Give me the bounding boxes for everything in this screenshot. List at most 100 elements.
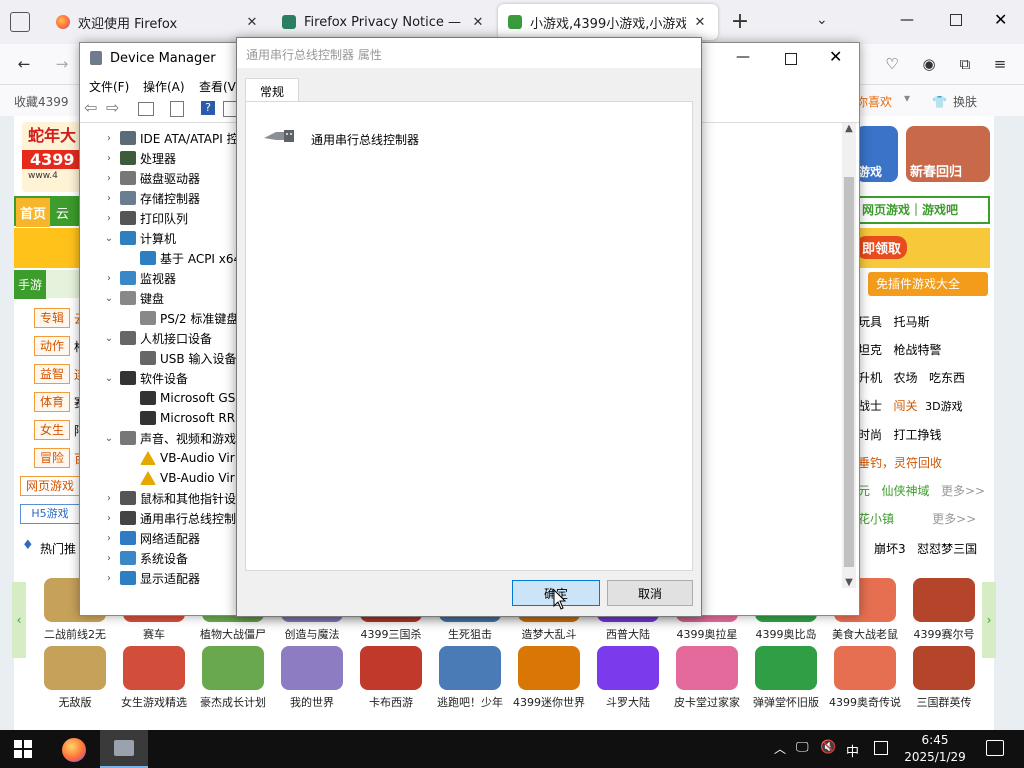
game-tile[interactable]: 三国群英传 (905, 646, 984, 712)
category-link[interactable]: 升机 (858, 371, 882, 385)
chevron-down-icon[interactable]: ⌄ (102, 233, 116, 244)
game-thumbnail[interactable] (281, 646, 343, 690)
category-link[interactable]: 枪战特警 (893, 343, 941, 357)
menu-action[interactable]: 操作(A) (143, 78, 185, 95)
category-link[interactable]: 时尚 (858, 428, 882, 442)
chevron-right-icon[interactable]: › (102, 133, 116, 144)
game-thumbnail[interactable] (123, 646, 185, 690)
game-thumbnail[interactable] (834, 646, 896, 690)
show-hidden-icons-chevron-icon[interactable]: ︿ (774, 740, 786, 757)
webgame-banner[interactable]: 网页游戏｜游戏吧 (856, 196, 990, 224)
browser-tab-2[interactable]: Firefox Privacy Notice — Moz ✕ (272, 4, 496, 40)
help-icon[interactable]: ? (201, 101, 215, 115)
game-thumb-top-1[interactable]: 游戏 (856, 126, 898, 182)
chevron-right-icon[interactable]: › (102, 493, 116, 504)
game-title[interactable]: 女生游戏精选 (114, 694, 194, 710)
cancel-button[interactable]: 取消 (607, 580, 693, 606)
game-title[interactable]: 卡布西游 (351, 694, 431, 710)
game-title[interactable]: 我的世界 (272, 694, 352, 710)
more-link[interactable]: 更多>> (932, 512, 976, 526)
category-link[interactable]: 花小镇 (858, 512, 894, 526)
category-link[interactable]: 闯关 (893, 399, 917, 413)
chevron-right-icon[interactable]: › (102, 533, 116, 544)
game-title[interactable]: 4399迷你世界 (509, 694, 589, 710)
chevron-right-icon[interactable]: › (102, 213, 116, 224)
scrollbar-thumb[interactable] (844, 177, 854, 567)
hot-game-link[interactable]: 怼怼梦三国 (917, 542, 977, 556)
game-tile[interactable]: 卡布西游 (352, 646, 431, 712)
device-tree-item[interactable]: › 磁盘驱动器 (102, 168, 242, 188)
game-thumbnail[interactable] (518, 646, 580, 690)
game-title[interactable]: 4399奥比岛 (746, 626, 826, 642)
site-logo[interactable]: 蛇年大 4399 www.4 (22, 122, 80, 192)
device-tree-item[interactable]: ⌄ 键盘 (102, 288, 242, 308)
device-tree-item[interactable]: › 打印队列 (102, 208, 242, 228)
tag-h5[interactable]: H5游戏 (20, 504, 80, 524)
bookmark-favorite[interactable]: 你喜欢 (856, 93, 892, 110)
game-title[interactable]: 二战前线2无 (35, 626, 115, 642)
device-tree-item[interactable]: Microsoft RR (102, 408, 242, 428)
forward-icon[interactable]: ⇨ (106, 98, 119, 117)
game-tile[interactable]: 4399迷你世界 (510, 646, 589, 712)
menu-view[interactable]: 查看(V) (199, 78, 241, 95)
device-tree-item[interactable]: › 通用串行总线控制 (102, 508, 242, 528)
ime-mode-grid-icon[interactable] (874, 741, 888, 755)
minimize-icon[interactable]: — (736, 49, 750, 65)
category-puzzle[interactable]: 益智 (34, 364, 70, 384)
scroll-down-arrow-icon[interactable]: ▼ (842, 577, 856, 588)
browser-tab-1[interactable]: 欢迎使用 Firefox ✕ (46, 4, 270, 40)
tab-overflow-chevron-icon[interactable]: ⌄ (816, 12, 828, 28)
game-tile[interactable]: 斗罗大陆 (589, 646, 668, 712)
start-windows-icon[interactable] (14, 740, 32, 758)
chevron-down-icon[interactable]: ⌄ (102, 333, 116, 344)
game-thumbnail[interactable] (202, 646, 264, 690)
taskbar-device-manager-button[interactable] (100, 730, 148, 768)
chevron-down-icon[interactable]: ⌄ (102, 433, 116, 444)
back-arrow-icon[interactable]: ← (12, 52, 36, 76)
category-link[interactable]: 打工挣钱 (893, 428, 941, 442)
category-action[interactable]: 动作 (34, 336, 70, 356)
category-sports[interactable]: 体育 (34, 392, 70, 412)
game-title[interactable]: 斗罗大陆 (588, 694, 668, 710)
chevron-right-icon[interactable]: › (102, 513, 116, 524)
close-tab-icon[interactable]: ✕ (692, 15, 708, 30)
category-link[interactable]: 垂钓，灵符回收 (858, 456, 942, 470)
game-carousel-left-arrow-icon[interactable]: ‹ (12, 582, 26, 658)
game-title[interactable]: 植物大战僵尸 (193, 626, 273, 642)
game-tile[interactable]: 无敌版 (36, 646, 115, 712)
bookmark-4399[interactable]: 收藏4399 (14, 93, 69, 110)
pocket-icon[interactable]: ♡ (880, 52, 904, 76)
game-thumbnail[interactable] (913, 646, 975, 690)
restore-browser-icon[interactable] (950, 14, 962, 26)
game-title[interactable]: 4399奥奇传说 (825, 694, 905, 710)
menu-file[interactable]: 文件(F) (89, 78, 129, 95)
device-tree-item[interactable]: ⌄ 软件设备 (102, 368, 242, 388)
device-tree-item[interactable]: ⌄ 人机接口设备 (102, 328, 242, 348)
category-link[interactable]: 战士 (858, 399, 882, 413)
game-title[interactable]: 三国群英传 (904, 694, 984, 710)
chevron-right-icon[interactable]: › (102, 173, 116, 184)
game-thumbnail[interactable] (676, 646, 738, 690)
game-title[interactable]: 豪杰成长计划 (193, 694, 273, 710)
device-tree-item[interactable]: › 监视器 (102, 268, 242, 288)
device-tree-item[interactable]: › 网络适配器 (102, 528, 242, 548)
ime-indicator[interactable]: 中 (846, 741, 859, 760)
game-tile[interactable]: 豪杰成长计划 (194, 646, 273, 712)
hot-game-link[interactable]: 崩坏3 (874, 542, 906, 556)
device-tree-item[interactable]: PS/2 标准键盘 (102, 308, 242, 328)
game-thumbnail[interactable] (439, 646, 501, 690)
game-tile[interactable]: 4399赛尔号 (905, 578, 984, 644)
game-tile[interactable]: 逃跑吧！少年 (431, 646, 510, 712)
menu-hamburger-icon[interactable]: ≡ (988, 52, 1012, 76)
device-tree-item[interactable]: Microsoft GS (102, 388, 242, 408)
category-album[interactable]: 专辑 (34, 308, 70, 328)
game-tile[interactable]: 皮卡堂过家家 (668, 646, 747, 712)
device-tree-item[interactable]: › 存储控制器 (102, 188, 242, 208)
device-tree-item[interactable]: › 显示适配器 (102, 568, 242, 588)
game-thumbnail[interactable] (755, 646, 817, 690)
minimize-browser-icon[interactable]: — (900, 12, 914, 28)
device-tree-item[interactable]: ⌄ 计算机 (102, 228, 242, 248)
mobile-games-tab[interactable]: 手游 (14, 270, 80, 299)
category-link[interactable]: 农场 (893, 371, 917, 385)
device-tree-item[interactable]: VB-Audio Vir (102, 468, 242, 488)
